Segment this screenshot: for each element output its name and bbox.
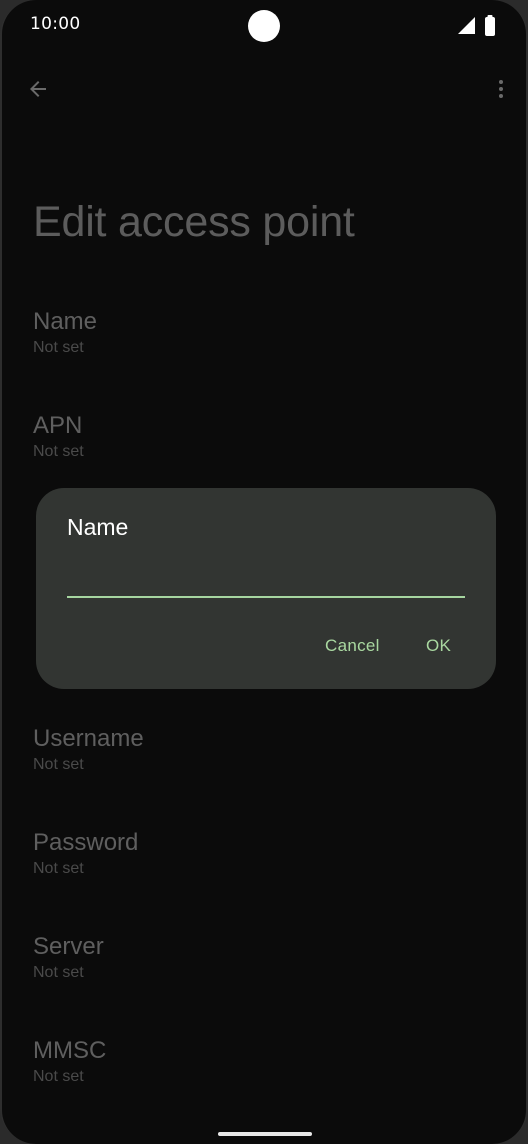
pref-summary: Not set: [33, 964, 84, 981]
camera-cutout: [248, 10, 280, 42]
pref-summary: Not set: [33, 860, 84, 877]
gesture-nav-handle[interactable]: [218, 1132, 312, 1136]
pref-username[interactable]: Username Not set: [33, 724, 144, 774]
dialog-title: Name: [67, 514, 129, 540]
ok-button[interactable]: OK: [426, 636, 451, 656]
pref-mmsc[interactable]: MMSC Not set: [33, 1036, 106, 1086]
screen: 10:00 Edit access point Name Not set APN…: [2, 0, 526, 1144]
name-input[interactable]: [67, 556, 465, 598]
page-title: Edit access point: [33, 198, 355, 246]
status-time: 10:00: [30, 14, 81, 34]
battery-icon: [485, 15, 495, 36]
pref-password[interactable]: Password Not set: [33, 828, 138, 878]
pref-apn[interactable]: APN Not set: [33, 411, 84, 461]
signal-icon: [458, 17, 475, 34]
cancel-button[interactable]: Cancel: [325, 636, 380, 656]
pref-title: Password: [33, 829, 139, 856]
pref-title: APN: [33, 412, 83, 439]
pref-title: Server: [33, 933, 104, 960]
arrow-back-icon[interactable]: [26, 77, 50, 101]
pref-name[interactable]: Name Not set: [33, 307, 97, 357]
pref-summary: Not set: [33, 756, 84, 773]
more-vert-icon[interactable]: [489, 77, 513, 101]
phone-frame: 10:00 Edit access point Name Not set APN…: [0, 0, 528, 1144]
pref-summary: Not set: [33, 443, 84, 460]
name-dialog: Name Cancel OK: [36, 488, 496, 689]
pref-summary: Not set: [33, 1068, 84, 1085]
pref-summary: Not set: [33, 339, 84, 356]
pref-title: MMSC: [33, 1037, 107, 1064]
pref-server[interactable]: Server Not set: [33, 932, 104, 982]
pref-title: Username: [33, 725, 144, 752]
pref-title: Name: [33, 308, 98, 335]
